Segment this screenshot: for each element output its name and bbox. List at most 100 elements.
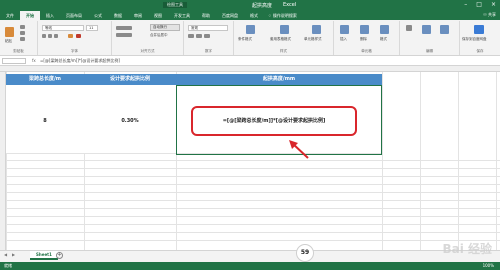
font-group-label: 字体 [71, 49, 78, 53]
header-camber-height[interactable]: 起拱高度/mm [176, 74, 382, 85]
insert-cells-label: 插入 [340, 37, 347, 41]
context-tab-label: 绘图工具 [163, 2, 187, 8]
tell-me-search[interactable]: ♢ 操作说明搜索 [268, 11, 297, 20]
grid-divider [6, 160, 500, 161]
status-bar: 就绪 100% [0, 262, 500, 270]
font-color-icon[interactable] [76, 34, 81, 38]
copy-icon[interactable] [20, 31, 25, 35]
tab-developer[interactable]: 开发工具 [168, 11, 196, 20]
italic-icon[interactable] [48, 34, 52, 38]
format-painter-icon[interactable] [20, 37, 25, 41]
tab-home[interactable]: 开始 [20, 11, 40, 20]
add-sheet-icon[interactable]: + [56, 252, 63, 259]
prev-sheet-icon[interactable]: ◀ [4, 252, 7, 257]
grid-divider [6, 192, 500, 193]
sheet-tab-sheet1[interactable]: Sheet1 [30, 251, 58, 260]
app-name: Excel [283, 2, 297, 8]
zoom-level[interactable]: 100% [483, 263, 494, 268]
grid-divider [6, 208, 500, 209]
currency-icon[interactable] [188, 34, 194, 38]
title-bar: 绘图工具 起拱高度 Excel – □ × 文件 开始 插入 页面布局 公式 数… [0, 0, 500, 20]
grid-divider [6, 184, 500, 185]
tab-insert[interactable]: 插入 [40, 11, 60, 20]
tab-review[interactable]: 审阅 [128, 11, 148, 20]
cell-style-icon[interactable] [312, 25, 321, 34]
font-group: 等线 11 字体 [38, 21, 112, 55]
arrow-icon [289, 140, 309, 159]
grid-divider [6, 224, 500, 225]
tab-help[interactable]: 帮助 [196, 11, 216, 20]
font-name-select[interactable]: 等线 [42, 25, 84, 31]
delete-cells-icon[interactable] [360, 25, 369, 34]
conditional-format-icon[interactable] [246, 25, 255, 34]
format-cells-icon[interactable] [380, 25, 389, 34]
merge-center-button[interactable]: 合并后居中 [150, 33, 168, 38]
tab-baidu-netdisk[interactable]: 百度网盘 [216, 11, 244, 20]
save-group-label: 保存 [476, 49, 484, 53]
editing-group: 编辑 [400, 21, 460, 55]
next-sheet-icon[interactable]: ▶ [12, 252, 15, 257]
cloud-save-label: 保存到百度网盘 [462, 37, 487, 41]
tab-page-layout[interactable]: 页面布局 [60, 11, 88, 20]
delete-cells-label: 删除 [360, 37, 367, 41]
sort-filter-icon[interactable] [422, 25, 431, 34]
cell-span-length[interactable]: 8 [6, 118, 84, 124]
share-button[interactable]: ⚇ 共享 [483, 12, 496, 18]
worksheet-grid[interactable]: 梁跨总长度/m 设计要求起拱比例 起拱高度/mm 8 0.30% [0, 66, 500, 250]
cell-camber-ratio[interactable]: 0.30% [84, 118, 176, 124]
tab-format[interactable]: 格式 [244, 11, 264, 20]
cells-group-label: 单元格 [361, 49, 372, 53]
percent-icon[interactable] [196, 34, 202, 38]
vertical-align-icon[interactable] [116, 26, 132, 30]
tell-me-label: 操作说明搜索 [272, 13, 297, 18]
bold-icon[interactable] [42, 34, 46, 38]
editing-group-label: 编辑 [426, 49, 433, 53]
format-as-table-icon[interactable] [280, 25, 289, 34]
fill-color-icon[interactable] [68, 34, 73, 38]
tab-view[interactable]: 视图 [148, 11, 168, 20]
cells-group: 插入 删除 格式 单元格 [334, 21, 400, 55]
cell-style-label: 单元格样式 [304, 37, 322, 41]
paste-icon[interactable] [5, 27, 14, 37]
grid-divider [6, 240, 500, 241]
cloud-save-icon[interactable] [474, 25, 484, 34]
wrap-text-button[interactable]: 自动换行 [150, 24, 180, 31]
fx-label[interactable]: fx [32, 58, 36, 63]
alignment-group: 自动换行 合并后居中 对齐方式 [112, 21, 184, 55]
formula-input[interactable]: =[@[梁跨总长度/m]]*[@设计要求起拱比例] [40, 58, 120, 64]
tab-data[interactable]: 数据 [108, 11, 128, 20]
underline-icon[interactable] [54, 34, 58, 38]
save-group: 保存到百度网盘 保存 [460, 21, 500, 55]
find-select-icon[interactable] [440, 25, 449, 34]
styles-group: 条件格式 套用表格格式 单元格样式 样式 [234, 21, 334, 55]
insert-cells-icon[interactable] [340, 25, 349, 34]
cut-icon[interactable] [20, 25, 25, 29]
header-camber-ratio[interactable]: 设计要求起拱比例 [84, 74, 176, 85]
file-name: 起拱高度 [252, 3, 273, 9]
name-box[interactable] [2, 58, 26, 64]
format-cells-label: 格式 [380, 37, 387, 41]
grid-divider [6, 176, 500, 177]
sheet-tab-bar: ◀ ▶ Sheet1 + [0, 250, 500, 262]
status-ready: 就绪 [4, 263, 12, 268]
clipboard-group: 粘贴 剪贴板 [0, 21, 38, 55]
autosum-icon[interactable] [406, 25, 412, 31]
close-icon[interactable]: × [491, 1, 496, 8]
maximize-icon[interactable]: □ [476, 1, 482, 8]
header-span-length[interactable]: 梁跨总长度/m [6, 74, 84, 85]
column-headers[interactable] [0, 66, 500, 72]
formula-bar: fx =[@[梁跨总长度/m]]*[@设计要求起拱比例] [0, 56, 500, 66]
cell-camber-height-formula[interactable]: =[@[梁跨总长度/m]]*[@设计要求起拱比例] [197, 117, 351, 124]
grid-divider [6, 232, 500, 233]
tab-file[interactable]: 文件 [0, 11, 20, 20]
minimize-icon[interactable]: – [464, 1, 467, 8]
number-group-label: 数字 [205, 49, 212, 53]
font-size-select[interactable]: 11 [86, 25, 98, 31]
tab-formulas[interactable]: 公式 [88, 11, 108, 20]
paste-label: 粘贴 [5, 39, 12, 43]
ribbon: 粘贴 剪贴板 等线 11 字体 自动换行 合并后居中 对齐方式 常规 数字 条件… [0, 20, 500, 56]
share-icon: ⚇ [483, 12, 487, 17]
number-format-select[interactable]: 常规 [188, 25, 228, 31]
comma-style-icon[interactable] [204, 34, 210, 38]
horizontal-align-icon[interactable] [116, 33, 132, 37]
